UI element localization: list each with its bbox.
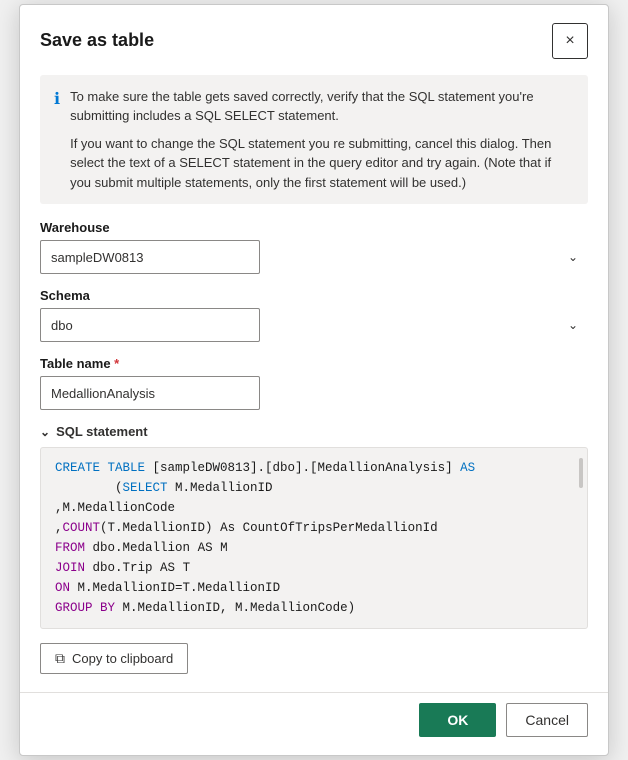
sql-section-toggle[interactable]: ⌄ SQL statement (40, 424, 588, 439)
schema-chevron-icon: ⌄ (568, 318, 578, 332)
sql-col1: M.MedallionID (175, 481, 273, 495)
cancel-button[interactable]: Cancel (506, 703, 588, 737)
sql-join-table: dbo.Trip (93, 561, 161, 575)
sql-on-cond: M.MedallionID=T.MedallionID (78, 581, 281, 595)
table-name-label: Table name (40, 356, 588, 371)
copy-to-clipboard-button[interactable]: ⧉ Copy to clipboard (40, 643, 188, 674)
dialog-footer: OK Cancel (20, 692, 608, 755)
sql-kw-from: FROM (55, 541, 85, 555)
sql-join-alias: T (183, 561, 191, 575)
warehouse-chevron-icon: ⌄ (568, 250, 578, 264)
dialog-title: Save as table (40, 30, 154, 51)
schema-select[interactable]: dbo (40, 308, 260, 342)
sql-count-arg: (T.MedallionID) (100, 521, 213, 535)
close-button[interactable]: × (552, 23, 588, 59)
sql-kw-as1: AS (460, 461, 475, 475)
save-as-table-dialog: Save as table × ℹ To make sure the table… (19, 4, 609, 757)
sql-kw-as4: AS (160, 561, 175, 575)
sql-alias: CountOfTripsPerMedallionId (243, 521, 438, 535)
sql-table-name: [sampleDW0813].[dbo].[MedallionAnalysis] (153, 461, 453, 475)
info-box: ℹ To make sure the table gets saved corr… (40, 75, 588, 205)
sql-kw-as3: AS (198, 541, 213, 555)
copy-to-clipboard-label: Copy to clipboard (72, 651, 173, 666)
sql-chevron-icon: ⌄ (40, 425, 50, 439)
sql-section-label: SQL statement (56, 424, 148, 439)
dialog-header: Save as table × (20, 5, 608, 69)
form-body: Warehouse sampleDW0813 ⌄ Schema dbo ⌄ Ta… (20, 220, 608, 674)
sql-comma1: ,M.MedallionCode (55, 501, 175, 515)
info-icon: ℹ (54, 88, 60, 193)
sql-code-box: CREATE TABLE [sampleDW0813].[dbo].[Medal… (40, 447, 588, 629)
schema-select-wrapper: dbo ⌄ (40, 308, 588, 342)
warehouse-select-wrapper: sampleDW0813 ⌄ (40, 240, 588, 274)
schema-label: Schema (40, 288, 588, 303)
sql-kw-create: CREATE TABLE (55, 461, 145, 475)
sql-kw-count: COUNT (63, 521, 101, 535)
copy-icon: ⧉ (55, 650, 65, 667)
sql-from-table: dbo.Medallion (93, 541, 198, 555)
warehouse-select[interactable]: sampleDW0813 (40, 240, 260, 274)
table-name-input[interactable] (40, 376, 260, 410)
warehouse-label: Warehouse (40, 220, 588, 235)
info-line1: To make sure the table gets saved correc… (70, 87, 574, 126)
sql-group-cols: M.MedallionID, M.MedallionCode) (123, 601, 356, 615)
sql-from-alias: M (220, 541, 228, 555)
scrollbar[interactable] (579, 458, 583, 488)
info-text: To make sure the table gets saved correc… (70, 87, 574, 193)
sql-kw-join: JOIN (55, 561, 85, 575)
ok-button[interactable]: OK (419, 703, 496, 737)
info-line2: If you want to change the SQL statement … (70, 134, 574, 193)
sql-kw-group: GROUP BY (55, 601, 115, 615)
sql-kw-select: SELECT (123, 481, 168, 495)
sql-kw-on: ON (55, 581, 70, 595)
sql-kw-as2: As (220, 521, 235, 535)
